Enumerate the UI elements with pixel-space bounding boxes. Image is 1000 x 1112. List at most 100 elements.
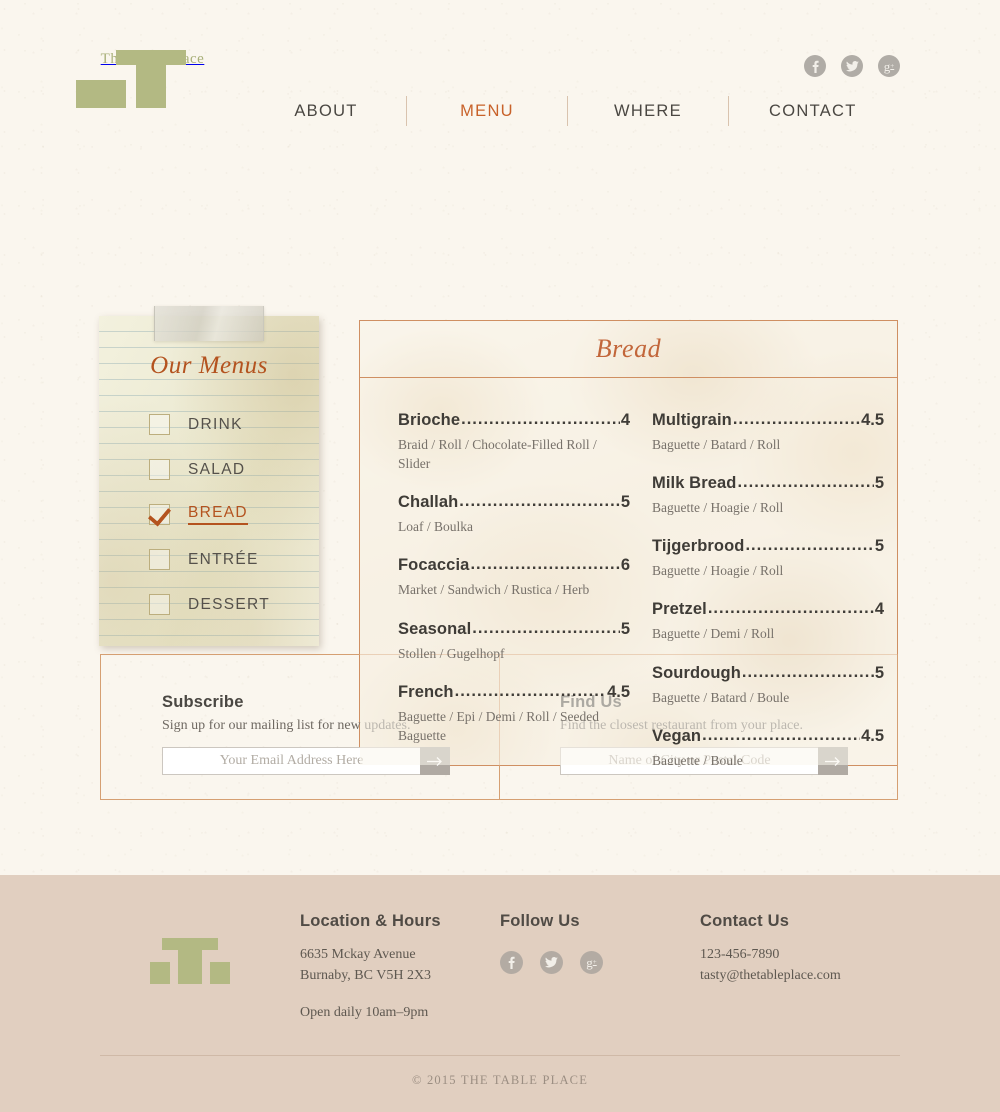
checkbox-entree[interactable] xyxy=(149,549,170,570)
sidebar-item-dessert[interactable]: DESSERT xyxy=(149,582,319,627)
menu-item-line: Multigrain..............................… xyxy=(652,410,884,430)
footer-contact-details: 123-456-7890 tasty@thetableplace.com xyxy=(700,945,920,986)
menu-item-description: Market / Sandwich / Rustica / Herb xyxy=(398,582,590,598)
google-plus-icon[interactable]: g + xyxy=(878,55,900,77)
footer-address: 6635 Mckay Avenue Burnaby, BC V5H 2X3 xyxy=(300,945,490,986)
twitter-icon[interactable] xyxy=(841,55,863,77)
sidebar-title: Our Menus xyxy=(150,352,268,379)
menu-item-leader-dots: ........................................… xyxy=(732,410,860,428)
site-header: The Table Place ABOUT MENU WHERE CONTACT… xyxy=(0,0,1000,148)
menu-column-right: Multigrain..............................… xyxy=(652,410,884,766)
sidebar-item-label: DESSERT xyxy=(188,595,271,613)
site-logo[interactable]: The Table Place xyxy=(75,50,205,108)
menu-item-line: Tijgerbrood.............................… xyxy=(652,536,884,556)
sidebar-item-label: SALAD xyxy=(188,460,246,478)
menu-item-price: 5 xyxy=(620,619,630,638)
footer-table-logo-icon xyxy=(150,938,230,984)
menu-item-price: 4.5 xyxy=(861,726,884,745)
menu-category-notepad: Our Menus DRINK SALAD BREAD ENTRÉE DESSE… xyxy=(99,306,319,646)
menu-item: Challah.................................… xyxy=(398,492,630,536)
menu-item-leader-dots: ........................................… xyxy=(737,473,873,492)
checkbox-bread[interactable] xyxy=(149,504,170,525)
menu-item: Tijgerbrood.............................… xyxy=(652,536,884,580)
facebook-icon[interactable] xyxy=(500,951,523,974)
footer-hours: Open daily 10am–9pm xyxy=(300,1005,429,1021)
menu-item-name: Pretzel xyxy=(652,600,707,619)
menu-item: Pretzel.................................… xyxy=(652,599,884,643)
menu-item-description: Baguette / Demi / Roll xyxy=(652,626,775,642)
menu-item-name: Milk Bread xyxy=(652,474,737,493)
menu-item-leader-dots: ........................................… xyxy=(461,410,620,428)
menu-item: Brioche.................................… xyxy=(398,410,630,473)
menu-item-line: Vegan...................................… xyxy=(652,725,884,746)
menu-item-leader-dots: ........................................… xyxy=(702,725,860,744)
menu-item-price: 6 xyxy=(620,556,630,575)
menu-item-price: 4 xyxy=(874,600,884,619)
nav-item-where[interactable]: WHERE xyxy=(608,102,688,120)
menu-item-name: Seasonal xyxy=(398,619,472,638)
footer-social-links: g + xyxy=(500,951,680,974)
menu-item-description: Stollen / Gugelhopf xyxy=(398,645,505,661)
menu-item-leader-dots: ........................................… xyxy=(459,492,620,511)
footer-divider xyxy=(100,1055,900,1056)
main-navigation: ABOUT MENU WHERE CONTACT xyxy=(280,96,863,126)
menu-item: Seasonal................................… xyxy=(398,619,630,663)
checkbox-dessert[interactable] xyxy=(149,594,170,615)
menu-item-price: 5 xyxy=(874,537,884,556)
menu-item-leader-dots: ........................................… xyxy=(707,599,874,618)
menu-panel-header: Bread xyxy=(360,321,897,378)
footer-address-line: Burnaby, BC V5H 2X3 xyxy=(300,967,432,983)
menu-column-left: Brioche.................................… xyxy=(398,410,630,765)
menu-item-price: 5 xyxy=(620,493,630,512)
menu-item-line: French..................................… xyxy=(398,681,630,702)
menu-item: Vegan...................................… xyxy=(652,725,884,766)
menu-item-leader-dots: ........................................… xyxy=(741,662,874,681)
nav-item-menu[interactable]: MENU xyxy=(454,102,520,120)
checkbox-drink[interactable] xyxy=(149,414,170,435)
menu-item-description: Baguette / Boule xyxy=(652,752,743,766)
menu-item-line: Focaccia................................… xyxy=(398,555,630,575)
menu-item: Milk Bread..............................… xyxy=(652,473,884,517)
sidebar-item-salad[interactable]: SALAD xyxy=(149,447,319,492)
menu-item-line: Brioche.................................… xyxy=(398,410,630,430)
footer-phone[interactable]: 123-456-7890 xyxy=(700,945,920,966)
menu-item-leader-dots: ........................................… xyxy=(745,536,874,555)
menu-item-name: Multigrain xyxy=(652,411,732,429)
footer-follow-column: Follow Us g + xyxy=(500,912,680,974)
facebook-icon[interactable] xyxy=(804,55,826,77)
menu-item: Multigrain..............................… xyxy=(652,410,884,454)
footer-contact-column: Contact Us 123-456-7890 tasty@thetablepl… xyxy=(700,912,920,986)
menu-item-line: Pretzel.................................… xyxy=(652,599,884,619)
menu-item-description: Baguette / Batard / Boule xyxy=(652,689,790,705)
menu-item-line: Milk Bread..............................… xyxy=(652,473,884,493)
footer-follow-title: Follow Us xyxy=(500,912,580,930)
menu-columns: Brioche.................................… xyxy=(360,378,897,766)
sidebar-item-label: DRINK xyxy=(188,415,243,433)
header-social-links: g + xyxy=(804,55,900,77)
nav-item-about[interactable]: ABOUT xyxy=(288,102,363,120)
checkbox-salad[interactable] xyxy=(149,459,170,480)
nav-item-contact[interactable]: CONTACT xyxy=(763,102,863,120)
sidebar-item-entree[interactable]: ENTRÉE xyxy=(149,537,319,582)
site-footer: Location & Hours 6635 Mckay Avenue Burnab… xyxy=(0,875,1000,1112)
google-plus-icon[interactable]: g + xyxy=(580,951,603,974)
footer-email[interactable]: tasty@thetableplace.com xyxy=(700,966,920,987)
menu-item-price: 4.5 xyxy=(607,682,630,701)
menu-item-name: Vegan xyxy=(652,726,702,745)
menu-item-leader-dots: ........................................… xyxy=(470,555,619,574)
menu-item-leader-dots: ........................................… xyxy=(454,681,606,700)
menu-panel: Bread Brioche...........................… xyxy=(359,320,898,766)
menu-item-description: Braid / Roll / Chocolate-Filled Roll / S… xyxy=(398,437,597,472)
menu-item-name: Brioche xyxy=(398,411,461,429)
sidebar-item-drink[interactable]: DRINK xyxy=(149,402,319,447)
sidebar-item-label: ENTRÉE xyxy=(188,550,259,568)
footer-location-title: Location & Hours xyxy=(300,912,441,930)
menu-item-line: Sourdough...............................… xyxy=(652,662,884,683)
sidebar-item-bread[interactable]: BREAD xyxy=(149,492,319,537)
twitter-icon[interactable] xyxy=(540,951,563,974)
menu-item-description: Baguette / Epi / Demi / Roll / Seeded Ba… xyxy=(398,708,599,743)
menu-item-name: French xyxy=(398,682,454,701)
menu-item: Sourdough...............................… xyxy=(652,662,884,707)
menu-item-line: Challah.................................… xyxy=(398,492,630,512)
nav-divider xyxy=(728,96,729,126)
